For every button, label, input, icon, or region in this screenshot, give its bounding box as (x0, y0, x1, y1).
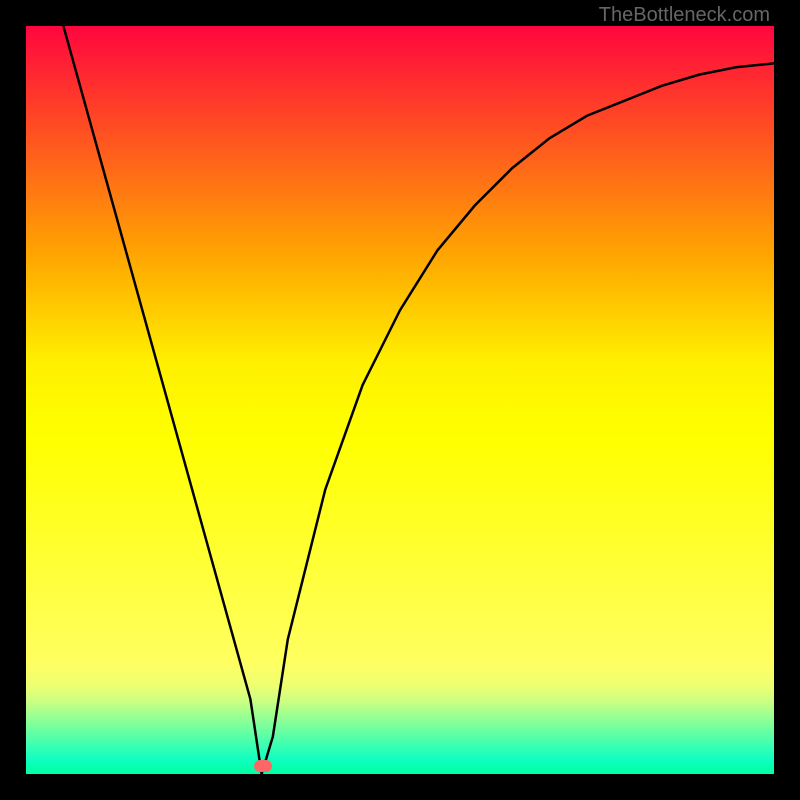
bottleneck-curve (26, 26, 774, 774)
watermark-text: TheBottleneck.com (599, 4, 770, 27)
optimal-point-marker (254, 760, 272, 772)
